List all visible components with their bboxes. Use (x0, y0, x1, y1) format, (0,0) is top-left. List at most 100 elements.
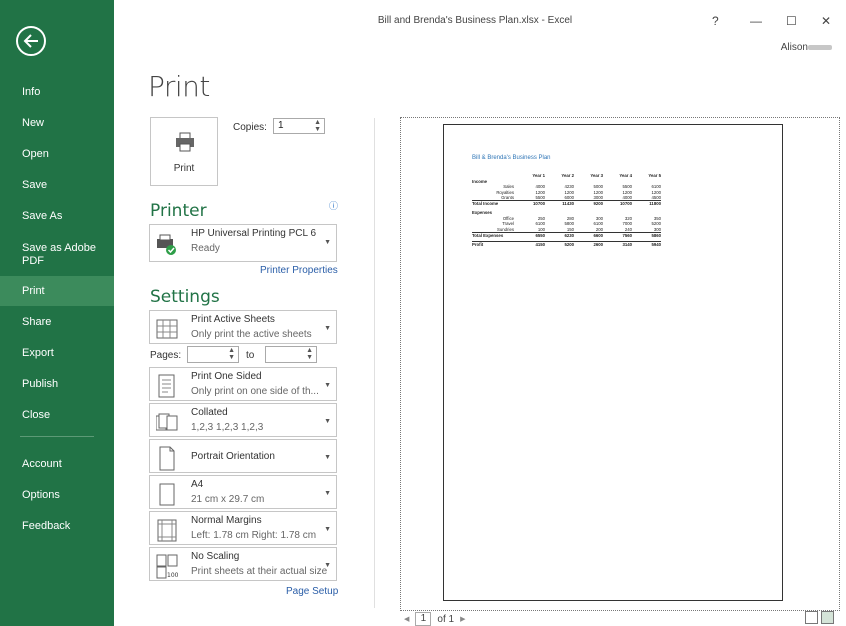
paper-size-label: A4 (191, 479, 204, 490)
print-button[interactable]: Print (150, 117, 218, 186)
back-arrow-icon (23, 34, 38, 48)
sides-desc: Only print on one side of th... (191, 386, 319, 397)
sidebar-item-export[interactable]: Export (0, 347, 114, 360)
page-title: Print (148, 70, 210, 103)
collation-dropdown[interactable]: Collated 1,2,3 1,2,3 1,2,3 ▼ (149, 403, 337, 437)
copies-spin-icon[interactable]: ▲ ▼ (314, 119, 321, 133)
sides-label: Print One Sided (191, 371, 262, 382)
margins-desc: Left: 1.78 cm Right: 1.78 cm (191, 530, 317, 541)
chevron-down-icon: ▼ (324, 239, 331, 246)
sheet-table: Year 1 Year 2 Year 3 Year 4 Year 5 Income Sale… (472, 173, 661, 247)
sidebar-item-open[interactable]: Open (0, 148, 114, 161)
sheet-cell: 3140 (603, 241, 632, 247)
sidebar-item-close[interactable]: Close (0, 409, 114, 422)
chevron-down-icon: ▼ (324, 562, 331, 569)
sidebar-item-feedback[interactable]: Feedback (0, 520, 114, 533)
back-button[interactable] (16, 26, 46, 56)
preview-page: Bill & Brenda's Business Plan Year 1 Year… (443, 124, 783, 601)
sidebar-item-publish[interactable]: Publish (0, 378, 114, 391)
page-navigator: ◀ 1 of 1 ▶ (404, 612, 465, 626)
sidebar-item-options[interactable]: Options (0, 489, 114, 502)
print-what-label: Print Active Sheets (191, 314, 275, 325)
scaling-dropdown[interactable]: 100 No Scaling Print sheets at their act… (149, 547, 337, 581)
sidebar-item-new[interactable]: New (0, 117, 114, 130)
collation-label: Collated (191, 407, 228, 418)
print-what-desc: Only print the active sheets (191, 329, 312, 340)
printer-ready-icon (157, 234, 176, 255)
print-what-dropdown[interactable]: Print Active Sheets Only print the activ… (149, 310, 337, 344)
sides-dropdown[interactable]: Print One Sided Only print on one side o… (149, 367, 337, 401)
chevron-down-icon: ▼ (324, 526, 331, 533)
sheet-cell: Profit (472, 241, 516, 247)
copies-label: Copies: (233, 122, 267, 133)
sidebar-item-account[interactable]: Account (0, 458, 114, 471)
page-count: of 1 (437, 613, 455, 625)
prev-page-icon[interactable]: ◀ (404, 615, 409, 623)
copies-stepper[interactable]: 1 ▲ ▼ (273, 118, 325, 134)
window-title: Bill and Brenda's Business Plan.xlsx - E… (377, 15, 573, 26)
sidebar-divider (20, 436, 94, 437)
chevron-down-icon: ▼ (324, 490, 331, 497)
paper-size-icon (159, 483, 175, 506)
printer-properties-link[interactable]: Printer Properties (260, 265, 338, 276)
account-name[interactable]: Alison (781, 42, 808, 53)
margins-icon (157, 519, 177, 542)
sidebar-item-info[interactable]: Info (0, 86, 114, 99)
chevron-down-icon: ▼ (324, 325, 331, 332)
printer-icon (176, 132, 194, 152)
sheet-cell: 4150 (516, 241, 545, 247)
pages-label: Pages: (150, 350, 182, 361)
pane-divider (374, 118, 375, 608)
copies-value: 1 (278, 120, 284, 131)
printer-heading: Printer (150, 201, 207, 221)
sidebar-item-save-as[interactable]: Save As (0, 210, 114, 223)
pages-to-spin-icon[interactable]: ▲ ▼ (306, 347, 313, 361)
print-button-label: Print (173, 163, 195, 174)
close-button[interactable]: ✕ (821, 14, 831, 28)
one-sided-icon (158, 374, 175, 398)
collated-icon (156, 413, 178, 431)
sheet-cell: 5200 (545, 241, 574, 247)
minimize-button[interactable]: — (750, 14, 762, 28)
portrait-page-icon (159, 446, 175, 471)
excel-backstage-print: Info New Open Save Save As Save as Adobe PDF P… (0, 0, 846, 626)
chevron-down-icon: ▼ (324, 418, 331, 425)
page-setup-link[interactable]: Page Setup (286, 586, 338, 597)
maximize-button[interactable]: ☐ (786, 14, 797, 28)
help-button[interactable]: ? (712, 14, 719, 28)
pages-to-label: to (246, 350, 255, 361)
printer-dropdown[interactable]: HP Universal Printing PCL 6 Ready ▼ (149, 224, 337, 262)
paper-size-desc: 21 cm x 29.7 cm (191, 494, 265, 505)
backstage-sidebar: Info New Open Save Save As Save as Adobe PDF P… (0, 0, 114, 626)
no-scaling-icon: 100 (156, 554, 178, 579)
zoom-to-page-icon[interactable] (821, 611, 834, 624)
orientation-label: Portrait Orientation (191, 451, 275, 462)
info-icon[interactable]: ⓘ (329, 199, 338, 212)
show-margins-icon[interactable] (805, 611, 818, 624)
paper-size-dropdown[interactable]: A4 21 cm x 29.7 cm ▼ (149, 475, 337, 509)
collation-desc: 1,2,3 1,2,3 1,2,3 (191, 422, 264, 433)
sheet-cell: 2600 (574, 241, 603, 247)
scaling-desc: Print sheets at their actual size (191, 566, 328, 577)
margins-dropdown[interactable]: Normal Margins Left: 1.78 cm Right: 1.78… (149, 511, 337, 545)
settings-heading: Settings (150, 287, 220, 307)
printer-status: Ready (191, 243, 220, 254)
sidebar-item-save-as-adobe-pdf[interactable]: Save as Adobe PDF (0, 242, 100, 268)
page-number-input[interactable]: 1 (415, 612, 432, 626)
sidebar-item-save[interactable]: Save (0, 179, 114, 192)
sidebar-item-print[interactable]: Print (0, 276, 114, 306)
pages-from-input[interactable]: ▲ ▼ (187, 346, 239, 363)
sheets-grid-icon (156, 319, 178, 339)
sheet-row: Profit 4150 5200 2600 3140 5940 (472, 241, 661, 247)
scaling-label: No Scaling (191, 551, 240, 562)
pages-from-spin-icon[interactable]: ▲ ▼ (228, 347, 235, 361)
orientation-dropdown[interactable]: Portrait Orientation ▼ (149, 439, 337, 473)
preview-view-buttons (805, 611, 834, 624)
next-page-icon[interactable]: ▶ (460, 615, 465, 623)
sheet-title: Bill & Brenda's Business Plan (472, 155, 551, 161)
pages-to-input[interactable]: ▲ ▼ (265, 346, 317, 363)
printer-name: HP Universal Printing PCL 6 (191, 228, 317, 239)
sidebar-item-share[interactable]: Share (0, 316, 114, 329)
svg-text:100: 100 (167, 572, 178, 579)
margins-label: Normal Margins (191, 515, 262, 526)
